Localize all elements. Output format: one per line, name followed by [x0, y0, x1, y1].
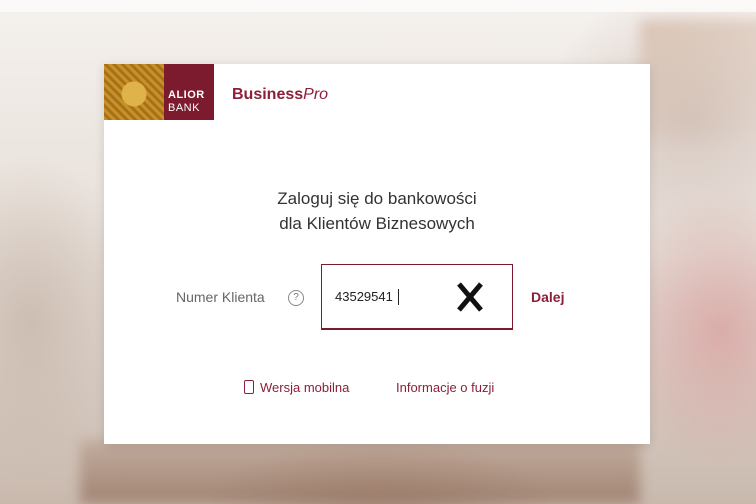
product-name-bold: Business [232, 86, 304, 103]
client-number-value: 43529541 [335, 289, 393, 304]
heading-line2: dla Klientów Biznesowych [279, 214, 475, 233]
background-ground [80, 440, 640, 504]
client-number-input[interactable]: 43529541 [321, 264, 513, 330]
alior-bank-logo: ALIOR BANK [104, 64, 214, 120]
text-caret [398, 289, 399, 305]
background-roof [640, 20, 756, 140]
mobile-phone-icon [244, 380, 254, 394]
close-icon[interactable] [450, 279, 490, 315]
logo-line1: ALIOR [168, 89, 205, 101]
product-name-italic: Pro [303, 86, 329, 103]
heading-line1: Zaloguj się do bankowości [277, 189, 477, 208]
product-name: BusinessPro [232, 86, 328, 104]
fusion-info-link[interactable]: Informacje o fuzji [396, 380, 494, 395]
mobile-version-label: Wersja mobilna [260, 380, 350, 395]
mobile-version-link[interactable]: Wersja mobilna [244, 380, 349, 395]
background-top-band [0, 0, 756, 12]
logo-line2: BANK [168, 102, 200, 114]
logo-head-emblem [104, 64, 164, 120]
login-card: ALIOR BANK BusinessPro Zaloguj się do ba… [104, 64, 650, 444]
login-heading: Zaloguj się do bankowości dla Klientów B… [104, 186, 650, 236]
client-number-label: Numer Klienta [176, 289, 265, 305]
next-button[interactable]: Dalej [531, 289, 564, 305]
help-circle-icon[interactable]: ? [288, 290, 304, 306]
